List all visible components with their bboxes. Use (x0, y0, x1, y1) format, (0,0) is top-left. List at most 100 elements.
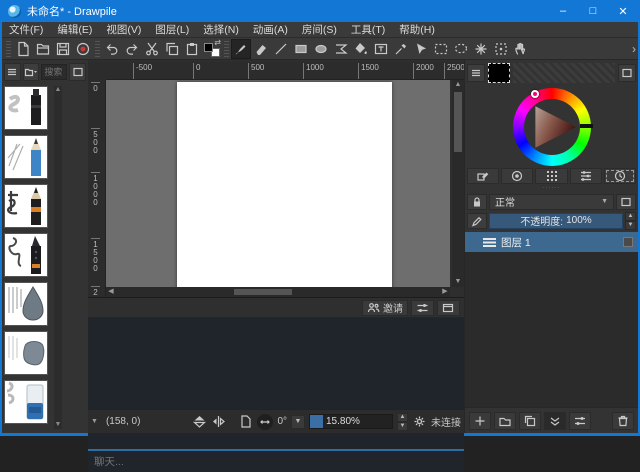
tab-palette-grid[interactable] (535, 168, 567, 184)
scroll-right-icon[interactable]: ▶ (440, 287, 450, 297)
spin-down-icon[interactable]: ▼ (625, 221, 636, 230)
magic-wand-button[interactable] (471, 39, 491, 59)
chat-detach-button[interactable] (437, 300, 460, 316)
current-color-swatch[interactable] (488, 63, 510, 83)
brush-search-input[interactable] (41, 64, 67, 80)
layer-row-selected[interactable]: 图层 1 (465, 232, 638, 252)
foreground-background-colors[interactable]: ⇄ (202, 39, 222, 59)
tab-color-sliders[interactable] (570, 168, 602, 184)
record-session-button[interactable] (73, 39, 93, 59)
flip-horizontal-icon[interactable] (211, 414, 226, 429)
layer-dock-float-button[interactable] (616, 194, 636, 210)
toolbar-overflow-button[interactable]: › (632, 42, 636, 56)
menu-layer[interactable]: 图层(L) (148, 22, 196, 37)
save-button[interactable] (53, 39, 73, 59)
brush-preset-blender[interactable] (4, 282, 48, 326)
spin-up-icon[interactable]: ▲ (397, 413, 408, 422)
color-wheel[interactable] (513, 88, 591, 166)
invite-button[interactable]: 邀请 (362, 300, 408, 316)
scroll-up-icon[interactable]: ▲ (54, 86, 62, 94)
scroll-down-icon[interactable]: ▼ (54, 421, 62, 429)
scroll-down-icon[interactable]: ▼ (453, 277, 463, 287)
dock-splitter[interactable]: ······ (465, 186, 638, 192)
color-dock-float-button[interactable] (618, 64, 636, 82)
copy-button[interactable] (162, 39, 182, 59)
eraser-button[interactable] (251, 39, 271, 59)
chat-collapse-button[interactable]: ▼ (91, 418, 98, 425)
brush-list-scrollbar[interactable]: ▲ ▼ (54, 86, 62, 429)
menu-edit[interactable]: 编辑(E) (50, 22, 99, 37)
lasso-select-button[interactable] (451, 39, 471, 59)
opacity-spinner[interactable]: ▲▼ (625, 212, 636, 230)
undo-button[interactable] (102, 39, 122, 59)
laser-pointer-button[interactable] (411, 39, 431, 59)
menu-view[interactable]: 视图(V) (99, 22, 148, 37)
new-file-button[interactable] (13, 39, 33, 59)
canvas-viewport[interactable] (106, 80, 450, 287)
brush-preset-marker[interactable] (4, 86, 48, 130)
tab-last-used-colors[interactable] (604, 168, 636, 184)
color-picker-button[interactable] (391, 39, 411, 59)
pan-tool-button[interactable] (511, 39, 531, 59)
toolbar-grip[interactable] (6, 41, 11, 57)
brush-dock-float-button[interactable] (69, 63, 86, 81)
drawing-canvas[interactable] (177, 82, 392, 287)
scrollbar-thumb[interactable] (454, 92, 462, 152)
rotation-dial[interactable] (257, 414, 273, 430)
foreground-color-swatch[interactable] (204, 43, 213, 52)
zoom-slider[interactable]: 15.80% (309, 414, 393, 429)
chat-input[interactable] (88, 452, 464, 472)
view-settings-gear-icon[interactable] (412, 414, 427, 429)
brush-menu-button[interactable] (4, 63, 21, 81)
menu-select[interactable]: 选择(N) (196, 22, 246, 37)
opacity-pen-button[interactable] (467, 213, 487, 229)
ellipse-tool-button[interactable] (311, 39, 331, 59)
brush-preset-kneaded-eraser[interactable] (4, 331, 48, 375)
zoom-spinner[interactable]: ▲▼ (397, 413, 408, 431)
layer-lock-button[interactable] (467, 194, 487, 210)
scroll-up-icon[interactable]: ▲ (453, 80, 463, 90)
cut-button[interactable] (142, 39, 162, 59)
toolbar-grip[interactable] (95, 41, 100, 57)
menu-session[interactable]: 房间(S) (295, 22, 344, 37)
hue-marker-circle[interactable] (531, 90, 539, 98)
fit-page-icon[interactable] (238, 414, 253, 429)
brush-preset-charcoal-pencil[interactable] (4, 184, 48, 228)
rotation-dropdown-button[interactable]: ▼ (291, 415, 305, 429)
tab-color-wheel[interactable] (501, 168, 533, 184)
rectangle-tool-button[interactable] (291, 39, 311, 59)
close-button[interactable]: ✕ (608, 0, 638, 22)
layer-properties-button[interactable] (569, 412, 591, 430)
menu-help[interactable]: 帮助(H) (392, 22, 442, 37)
vertical-scrollbar[interactable]: ▲ ▼ (452, 80, 464, 287)
tab-palette-edit[interactable] (467, 168, 499, 184)
brush-category-dropdown[interactable] (23, 63, 40, 81)
brush-preset-ink-pen[interactable] (4, 233, 48, 277)
spin-down-icon[interactable]: ▼ (397, 422, 408, 431)
bezier-curve-button[interactable] (331, 39, 351, 59)
swap-colors-icon[interactable]: ⇄ (214, 38, 221, 47)
open-file-button[interactable] (33, 39, 53, 59)
brush-preset-pencil[interactable] (4, 135, 48, 179)
paste-button[interactable] (182, 39, 202, 59)
horizontal-scrollbar[interactable]: ◀ ▶ (106, 287, 450, 297)
flood-fill-button[interactable] (351, 39, 371, 59)
redo-button[interactable] (122, 39, 142, 59)
flip-vertical-icon[interactable] (192, 414, 207, 429)
brush-preset-stick-eraser[interactable] (4, 380, 48, 424)
zoom-tool-button[interactable] (491, 39, 511, 59)
toolbar-grip[interactable] (224, 41, 229, 57)
blend-mode-dropdown[interactable]: 正常 ▼ (489, 194, 614, 210)
minimize-button[interactable]: – (548, 0, 578, 22)
menu-tools[interactable]: 工具(T) (344, 22, 392, 37)
duplicate-layer-button[interactable] (519, 412, 541, 430)
freehand-brush-button[interactable] (231, 39, 251, 59)
add-layer-button[interactable] (469, 412, 491, 430)
annotation-button[interactable] (371, 39, 391, 59)
scroll-left-icon[interactable]: ◀ (106, 287, 116, 297)
delete-layer-button[interactable] (612, 412, 634, 430)
layer-visibility-checkbox[interactable] (623, 237, 633, 247)
opacity-slider[interactable]: 不透明度: 100% (489, 213, 623, 229)
spin-up-icon[interactable]: ▲ (625, 212, 636, 221)
add-group-button[interactable] (494, 412, 516, 430)
